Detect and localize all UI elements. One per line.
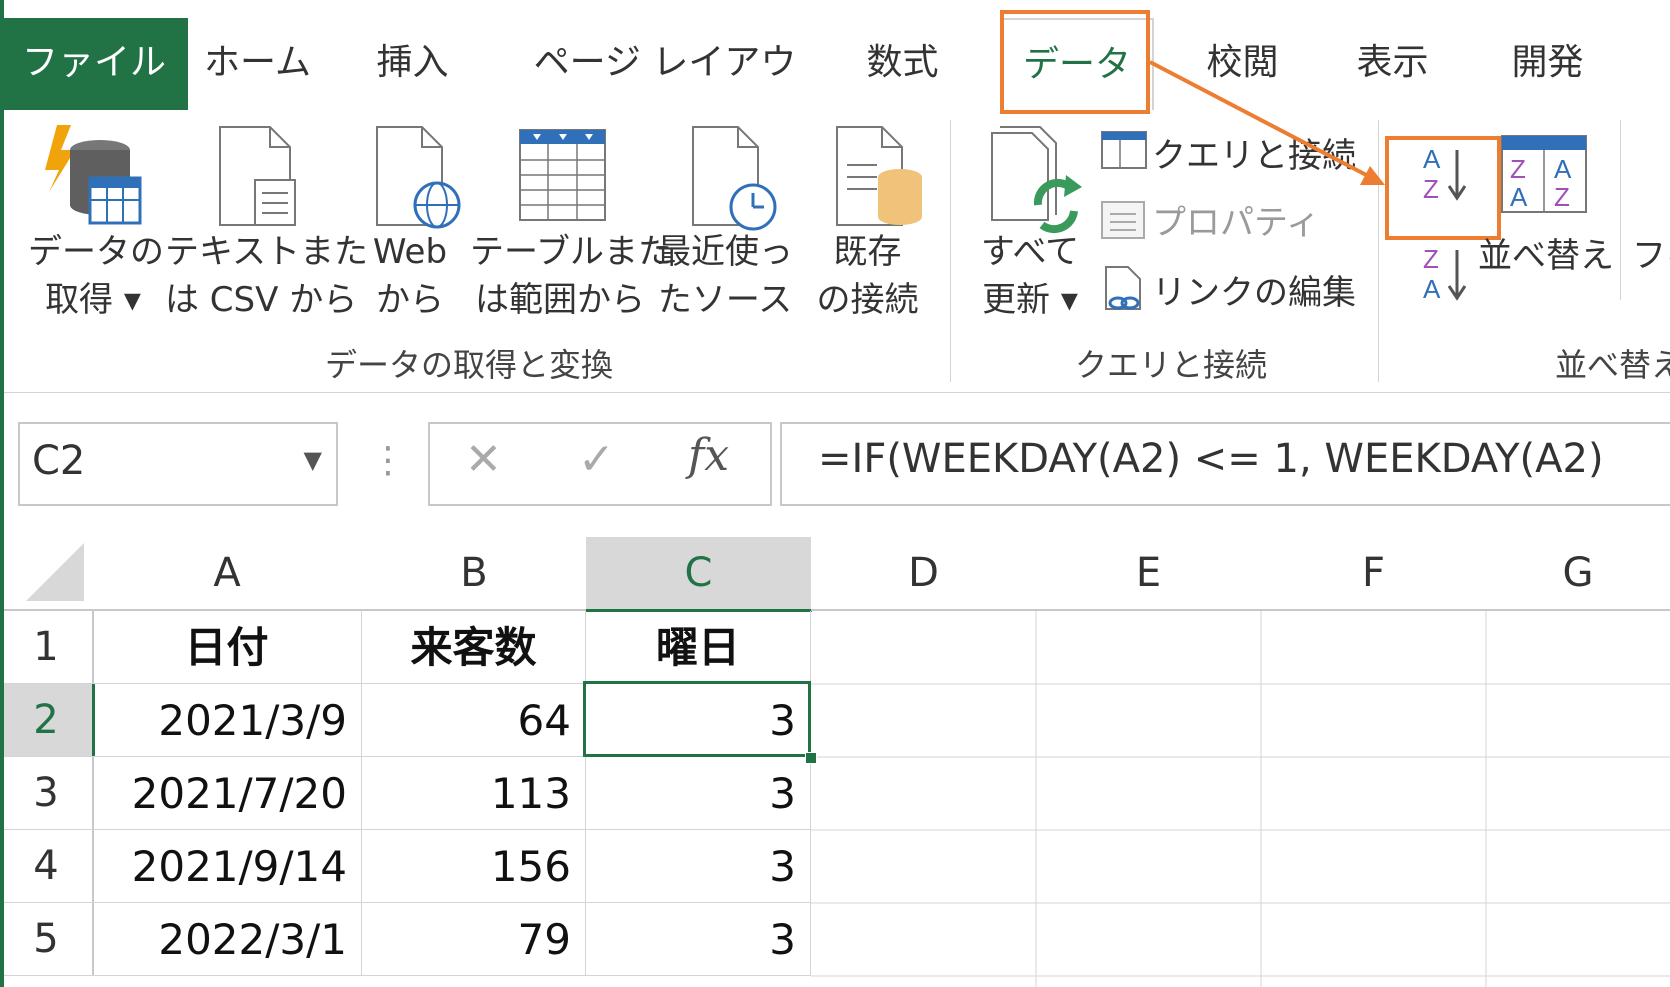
- cell-b4[interactable]: 156: [362, 830, 586, 903]
- row-header-5[interactable]: 5: [0, 903, 94, 976]
- name-box-value: C2: [32, 438, 86, 484]
- cell-b1[interactable]: 来客数: [362, 611, 586, 684]
- cancel-icon[interactable]: ✕: [465, 434, 502, 485]
- cell-a5[interactable]: 2022/3/1: [92, 903, 362, 976]
- cell-c3[interactable]: 3: [586, 757, 811, 830]
- window-edge: [0, 0, 4, 987]
- cell-a2[interactable]: 2021/3/9: [92, 684, 362, 757]
- cell-c4[interactable]: 3: [586, 830, 811, 903]
- row-header-3[interactable]: 3: [0, 757, 94, 830]
- enter-check-icon[interactable]: ✓: [578, 434, 615, 485]
- row-header-1[interactable]: 1: [0, 611, 94, 684]
- column-header-f[interactable]: F: [1261, 537, 1487, 611]
- fill-handle[interactable]: [805, 752, 817, 764]
- select-all-corner[interactable]: [0, 537, 94, 611]
- cell-b2[interactable]: 64: [362, 684, 586, 757]
- insert-function-icon[interactable]: fx: [688, 430, 729, 481]
- active-cell-border: [583, 681, 811, 757]
- column-header-e[interactable]: E: [1036, 537, 1262, 611]
- vertical-dots-icon: ⋮: [370, 440, 406, 481]
- cell-a4[interactable]: 2021/9/14: [92, 830, 362, 903]
- cell-a1[interactable]: 日付: [92, 611, 362, 684]
- empty-cells-grid: [811, 611, 1670, 987]
- chevron-down-icon[interactable]: ▼: [304, 446, 322, 474]
- column-header-g[interactable]: G: [1486, 537, 1670, 611]
- formula-input[interactable]: =IF(WEEKDAY(A2) <= 1, WEEKDAY(A2): [780, 422, 1670, 506]
- cell-b3[interactable]: 113: [362, 757, 586, 830]
- column-header-c[interactable]: C: [586, 537, 812, 612]
- column-header-a[interactable]: A: [92, 537, 363, 611]
- column-header-d[interactable]: D: [811, 537, 1037, 611]
- row-header-4[interactable]: 4: [0, 830, 94, 903]
- row-header-2[interactable]: 2: [0, 684, 95, 757]
- cell-c5[interactable]: 3: [586, 903, 811, 976]
- formula-text: =IF(WEEKDAY(A2) <= 1, WEEKDAY(A2): [818, 436, 1604, 482]
- column-header-b[interactable]: B: [362, 537, 587, 611]
- cell-b5[interactable]: 79: [362, 903, 586, 976]
- cell-a3[interactable]: 2021/7/20: [92, 757, 362, 830]
- formula-buttons: ✕ ✓ fx: [428, 422, 772, 506]
- cell-c1[interactable]: 曜日: [586, 611, 811, 684]
- name-box[interactable]: C2 ▼: [18, 422, 338, 506]
